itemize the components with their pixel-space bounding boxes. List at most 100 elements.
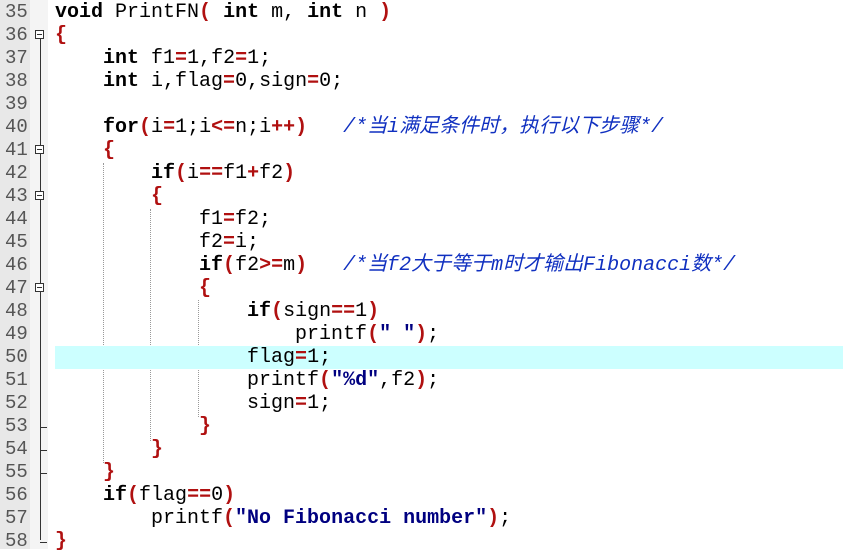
code-text: 0; — [319, 70, 344, 93]
code-text: 1;i — [175, 116, 212, 139]
code-line[interactable]: 35 void PrintFN( int m, int n ) — [0, 1, 843, 24]
code-line[interactable]: 42 if(i==f1+f2) — [0, 162, 843, 185]
fold-collapse-icon[interactable] — [35, 145, 44, 154]
code-content: { — [55, 277, 843, 300]
line-number: 51 — [5, 369, 28, 391]
code-line[interactable]: 48 if(sign==1) — [0, 300, 843, 323]
code-content: flag=1; — [55, 346, 843, 369]
keyword: if — [103, 484, 128, 507]
operator: == — [331, 300, 356, 323]
operator: = — [223, 208, 236, 231]
code-line[interactable]: 44 f1=f2; — [0, 208, 843, 231]
code-text: f2 — [259, 162, 284, 185]
operator: } — [55, 530, 68, 553]
code-line[interactable]: 53 } — [0, 415, 843, 438]
code-content: } — [55, 461, 843, 484]
code-line[interactable]: 46 if(f2>=m) /*当f2大于等于m时才输出Fibonacci数*/ — [0, 254, 843, 277]
line-number: 47 — [5, 277, 28, 299]
operator: = — [235, 47, 248, 70]
code-line[interactable]: 55 } — [0, 461, 843, 484]
operator: { — [199, 277, 212, 300]
code-line[interactable]: 54 } — [0, 438, 843, 461]
string-literal: "No Fibonacci number" — [235, 507, 488, 530]
code-line[interactable]: 36 { — [0, 24, 843, 47]
code-line[interactable]: 58} — [0, 530, 843, 553]
operator: ( — [271, 300, 284, 323]
operator: + — [247, 162, 260, 185]
code-line[interactable]: 52 sign=1; — [0, 392, 843, 415]
code-content: { — [55, 139, 843, 162]
code-content: printf(" "); — [55, 323, 843, 346]
operator: ( — [223, 254, 236, 277]
code-text: 1; — [307, 346, 332, 369]
code-editor[interactable]: 35 void PrintFN( int m, int n ) 36{37 int … — [0, 1, 843, 553]
line-number: 58 — [5, 530, 28, 552]
fold-collapse-icon[interactable] — [35, 30, 44, 39]
keyword: int — [223, 1, 260, 24]
operator: ) — [487, 507, 500, 530]
code-text: PrintFN — [103, 1, 200, 24]
operator: ) — [295, 254, 308, 277]
line-number: 54 — [5, 438, 28, 460]
keyword: for — [103, 116, 140, 139]
line-number: 43 — [5, 185, 28, 207]
keyword: if — [199, 254, 224, 277]
code-line[interactable]: 41 { — [0, 139, 843, 162]
operator: } — [103, 461, 116, 484]
code-text: m — [283, 254, 296, 277]
code-line[interactable]: 40 for(i=1;i<=n;i++) /*当i满足条件时，执行以下步骤*/ — [0, 116, 843, 139]
code-line[interactable]: 57 printf("No Fibonacci number"); — [0, 507, 843, 530]
code-content: printf("%d",f2); — [55, 369, 843, 392]
fold-end-marker — [40, 427, 47, 428]
line-number: 50 — [5, 346, 28, 368]
line-number: 49 — [5, 323, 28, 345]
code-line[interactable]: 45 f2=i; — [0, 231, 843, 254]
operator: ( — [139, 116, 152, 139]
code-line[interactable]: 51 printf("%d",f2); — [0, 369, 843, 392]
line-number: 56 — [5, 484, 28, 506]
code-text: flag — [139, 484, 188, 507]
code-text: f2 — [235, 254, 260, 277]
code-content: { — [55, 185, 843, 208]
code-line[interactable]: 43 { — [0, 185, 843, 208]
line-number: 55 — [5, 461, 28, 483]
code-line[interactable]: 50 flag=1; — [0, 346, 843, 369]
code-text: ; — [427, 369, 440, 392]
keyword: void — [55, 1, 104, 24]
code-line[interactable]: 39 — [0, 93, 843, 116]
operator: ( — [199, 1, 212, 24]
code-line[interactable]: 37 int f1=1,f2=1; — [0, 47, 843, 70]
operator: ) — [415, 323, 428, 346]
line-number: 42 — [5, 162, 28, 184]
line-number: 44 — [5, 208, 28, 230]
string-literal: "%d" — [331, 369, 380, 392]
operator: ( — [367, 323, 380, 346]
code-text: i,flag — [139, 70, 224, 93]
operator: = — [307, 70, 320, 93]
code-content: f1=f2; — [55, 208, 843, 231]
code-line[interactable]: 47 { — [0, 277, 843, 300]
operator: == — [187, 484, 212, 507]
code-line[interactable]: 56 if(flag==0) — [0, 484, 843, 507]
code-content: if(i==f1+f2) — [55, 162, 843, 185]
code-text: flag — [55, 346, 296, 369]
fold-collapse-icon[interactable] — [35, 191, 44, 200]
code-text: f1 — [223, 162, 248, 185]
code-content: for(i=1;i<=n;i++) /*当i满足条件时，执行以下步骤*/ — [55, 116, 843, 139]
fold-end-marker — [40, 450, 47, 451]
operator: = — [175, 47, 188, 70]
operator: >= — [259, 254, 284, 277]
comment: /*当f2大于等于m时才输出Fibonacci数*/ — [343, 254, 736, 277]
operator: == — [199, 162, 224, 185]
fold-collapse-icon[interactable] — [35, 283, 44, 292]
code-text: f1 — [139, 47, 176, 70]
code-text: m, — [259, 1, 308, 24]
code-line[interactable]: 49 printf(" "); — [0, 323, 843, 346]
code-line[interactable]: 38 int i,flag=0,sign=0; — [0, 70, 843, 93]
